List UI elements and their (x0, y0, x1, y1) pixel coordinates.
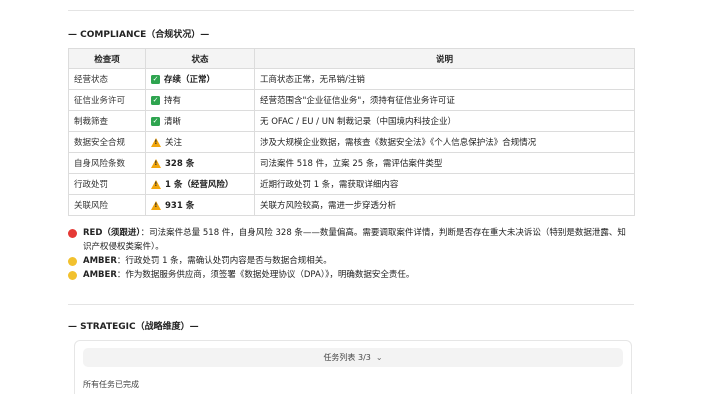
table-row: 经营状态 ✓ 存续（正常） 工商状态正常，无吊销/注销 (68, 68, 635, 90)
row-description: 近期行政处罚 1 条，需获取详细内容 (254, 173, 635, 195)
warning-icon (151, 200, 161, 210)
row-item: 数据安全合规 (68, 131, 146, 153)
row-description: 涉及大规模企业数据，需核查《数据安全法》《个人信息保护法》合规情况 (254, 131, 635, 153)
row-item: 经营状态 (68, 68, 146, 90)
task-list-toggle[interactable]: 任务列表 3/3 ⌄ (83, 348, 623, 367)
risk-note: RED（须跟进）：司法案件总量 518 件，自身风险 328 条——数量偏高。需… (68, 226, 634, 254)
risk-level: AMBER (83, 256, 117, 266)
chevron-down-icon: ⌄ (375, 353, 383, 362)
warning-icon (151, 158, 161, 168)
row-item: 关联风险 (68, 194, 146, 216)
status-text: 关注 (165, 138, 183, 148)
row-description: 无 OFAC / EU / UN 制裁记录（中国境内科技企业） (254, 110, 635, 132)
header-item: 检查项 (68, 48, 146, 69)
risk-note-text: ：作为数据服务供应商，须签署《数据处理协议（DPA）》，明确数据安全责任。 (116, 270, 415, 280)
table-row: 征信业务许可 ✓ 持有 经营范围含"企业征信业务"，须持有征信业务许可证 (68, 89, 635, 111)
table-header-row: 检查项 状态 说明 (68, 48, 635, 69)
risk-note: AMBER：作为数据服务供应商，须签署《数据处理协议（DPA）》，明确数据安全责… (68, 268, 634, 282)
table-row: 数据安全合规 关注 涉及大规模企业数据，需核查《数据安全法》《个人信息保护法》合规情… (68, 131, 635, 153)
task-status-text: 所有任务已完成 (83, 380, 139, 389)
warning-icon (151, 137, 161, 147)
middle-divider (68, 304, 634, 305)
task-list-card: 任务列表 3/3 ⌄ 所有任务已完成 (74, 340, 632, 394)
row-status: 1 条（经营风险） (145, 173, 255, 195)
status-dot-icon (68, 270, 77, 280)
compliance-section-title: — COMPLIANCE（合规状况）— (68, 30, 210, 40)
task-list-label: 任务列表 3/3 (323, 353, 371, 362)
row-item: 制裁筛查 (68, 110, 146, 132)
row-item: 征信业务许可 (68, 89, 146, 111)
status-dot-icon (68, 228, 77, 238)
risk-note-text: ：司法案件总量 518 件，自身风险 328 条——数量偏高。需要调取案件详情，… (83, 228, 626, 252)
row-description: 司法案件 518 件，立案 25 条，需评估案件类型 (254, 152, 635, 174)
status-dot-icon (68, 256, 77, 266)
risk-note: AMBER：行政处罚 1 条，需确认处罚内容是否与数据合规相关。 (68, 254, 634, 268)
row-status: 931 条 (145, 194, 255, 216)
row-status: 关注 (145, 131, 255, 153)
header-description: 说明 (254, 48, 635, 69)
row-status: ✓ 持有 (145, 89, 255, 111)
status-text: 1 条（经营风险） (165, 180, 234, 190)
row-item: 行政处罚 (68, 173, 146, 195)
check-icon: ✓ (151, 116, 160, 126)
row-status: ✓ 清晰 (145, 110, 255, 132)
row-description: 工商状态正常，无吊销/注销 (254, 68, 635, 90)
warning-icon (151, 179, 161, 189)
row-item: 自身风险条数 (68, 152, 146, 174)
table-row: 行政处罚 1 条（经营风险） 近期行政处罚 1 条，需获取详细内容 (68, 173, 635, 195)
check-icon: ✓ (151, 74, 160, 84)
table-row: 自身风险条数 328 条 司法案件 518 件，立案 25 条，需评估案件类型 (68, 152, 635, 174)
risk-notes: RED（须跟进）：司法案件总量 518 件，自身风险 328 条——数量偏高。需… (68, 226, 634, 282)
risk-level: AMBER (83, 270, 117, 280)
status-text: 持有 (164, 96, 182, 106)
row-status: ✓ 存续（正常） (145, 68, 255, 90)
header-status: 状态 (145, 48, 255, 69)
top-divider (68, 10, 634, 11)
check-icon: ✓ (151, 95, 160, 105)
table-row: 制裁筛查 ✓ 清晰 无 OFAC / EU / UN 制裁记录（中国境内科技企业） (68, 110, 635, 132)
risk-note-text: ：行政处罚 1 条，需确认处罚内容是否与数据合规相关。 (116, 256, 332, 266)
status-text: 存续（正常） (164, 75, 216, 85)
row-description: 经营范围含"企业征信业务"，须持有征信业务许可证 (254, 89, 635, 111)
strategic-section-title: — STRATEGIC（战略维度）— (68, 322, 199, 332)
table-row: 关联风险 931 条 关联方风险较高，需进一步穿透分析 (68, 194, 635, 216)
row-description: 关联方风险较高，需进一步穿透分析 (254, 194, 635, 216)
status-text: 931 条 (165, 201, 195, 211)
risk-level: RED（须跟进） (83, 228, 141, 238)
compliance-table: 检查项 状态 说明 经营状态 ✓ 存续（正常） 工商状态正常，无吊销/注销 征信业务许可… (68, 48, 635, 216)
status-text: 328 条 (165, 159, 195, 169)
row-status: 328 条 (145, 152, 255, 174)
status-text: 清晰 (164, 117, 182, 127)
